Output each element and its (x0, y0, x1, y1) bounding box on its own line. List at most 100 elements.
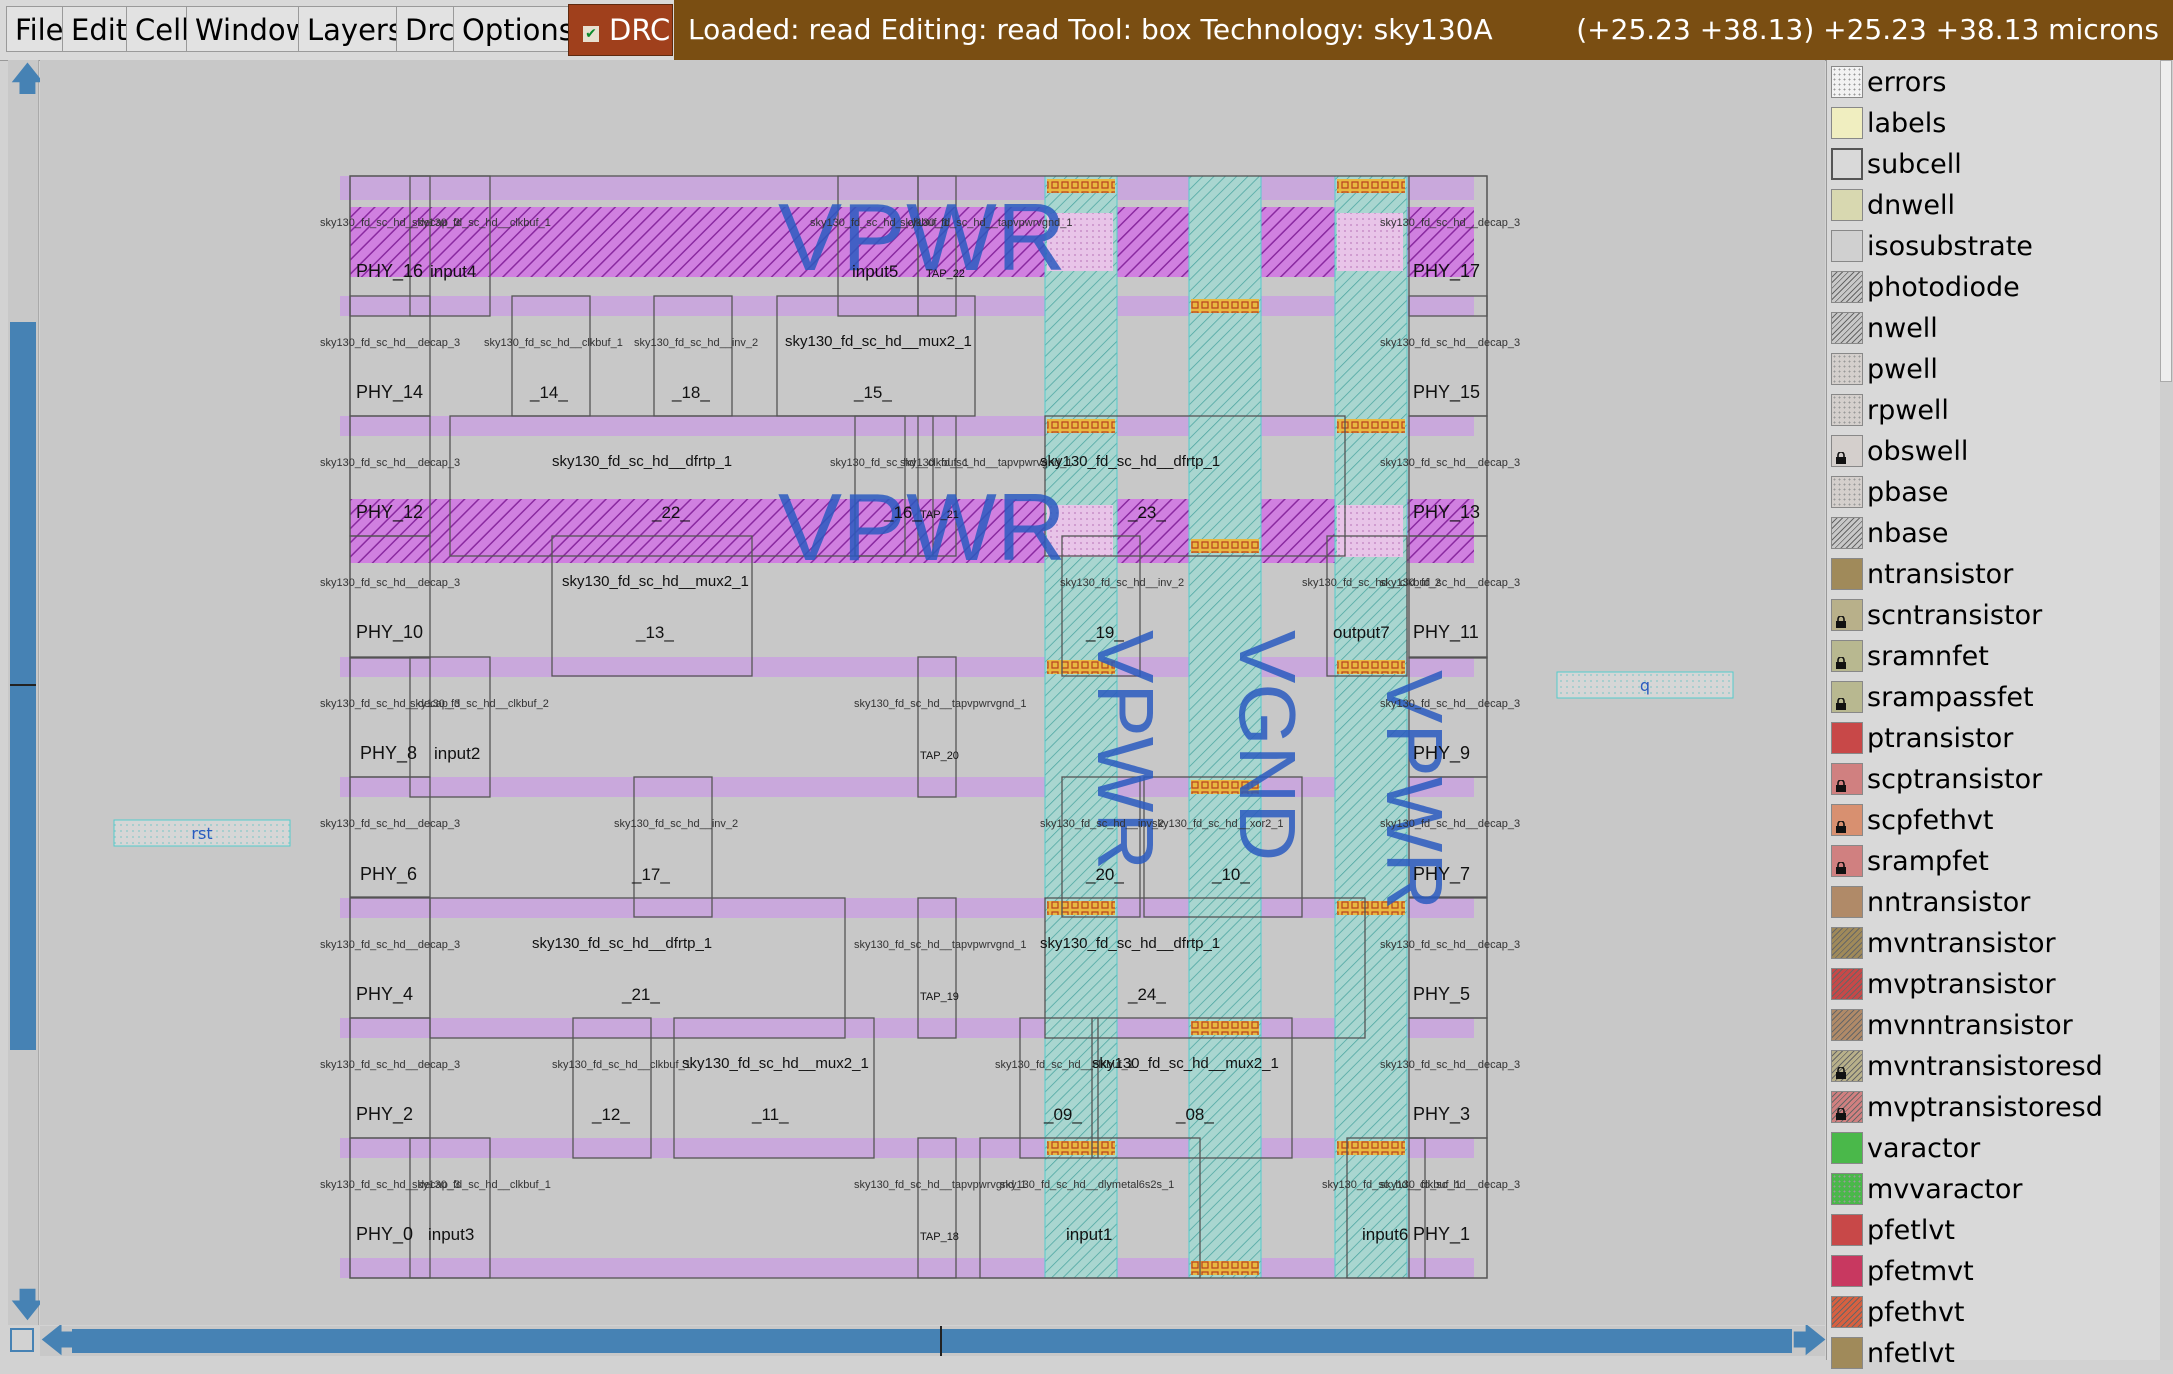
cell-type-label: sky130_fd_sc_hd__decap_3 (1380, 939, 1520, 951)
layer-name: subcell (1867, 149, 1962, 180)
layer-row[interactable]: subcell (1827, 144, 2147, 185)
layer-row[interactable]: srampassfet (1827, 677, 2147, 718)
layer-swatch[interactable] (1831, 271, 1863, 303)
instance-label: PHY_16 (356, 261, 423, 282)
horizontal-scrollbar[interactable]: 🡄 🡆 (40, 1324, 1827, 1358)
lock-icon (1835, 654, 1847, 669)
instance-label: _20_ (1085, 865, 1124, 884)
layers-scroll-thumb[interactable] (2160, 60, 2172, 382)
layer-swatch[interactable] (1831, 927, 1863, 959)
instance-label: input1 (1066, 1225, 1112, 1244)
cell-type-label: sky130_fd_sc_hd__decap_3 (1380, 1059, 1520, 1071)
layer-swatch[interactable] (1831, 1009, 1863, 1041)
cell-type-label: sky130_fd_sc_hd__mux2_1 (562, 573, 749, 590)
layer-row[interactable]: mvptransistoresd (1827, 1087, 2147, 1128)
layer-swatch[interactable] (1831, 1132, 1863, 1164)
layer-row[interactable]: nwell (1827, 308, 2147, 349)
horizontal-scroll-thumb[interactable] (72, 1329, 1792, 1353)
cell-type-label: sky130_fd_sc_hd__decap_3 (320, 337, 460, 349)
layer-row[interactable]: pbase (1827, 472, 2147, 513)
layer-row[interactable]: ptransistor (1827, 718, 2147, 759)
layer-swatch[interactable] (1831, 148, 1863, 180)
menu-options[interactable]: Options (453, 6, 583, 52)
layer-row[interactable]: mvptransistor (1827, 964, 2147, 1005)
cell-type-label: sky130_fd_sc_hd__inv_2 (634, 337, 758, 349)
cell-type-label: sky130_fd_sc_hd__decap_3 (320, 939, 460, 951)
cell-type-label: sky130_fd_sc_hd__dfrtp_1 (532, 935, 712, 952)
layer-row[interactable]: scpfethvt (1827, 800, 2147, 841)
drc-toggle-button[interactable]: ✔ DRC (568, 4, 673, 56)
layer-row[interactable]: dnwell (1827, 185, 2147, 226)
layer-swatch[interactable] (1831, 517, 1863, 549)
layer-swatch[interactable] (1831, 1173, 1863, 1205)
vertical-scrollbar[interactable]: 🡅 🡇 (8, 60, 45, 1325)
layer-name: mvntransistoresd (1867, 1051, 2103, 1082)
cell-type-label: sky130_fd_sc_hd__inv_2 (614, 818, 738, 830)
layer-name: errors (1867, 67, 1947, 98)
layer-row[interactable]: sramnfet (1827, 636, 2147, 677)
layer-row[interactable]: errors (1827, 62, 2147, 103)
layer-row[interactable]: mvvaractor (1827, 1169, 2147, 1210)
cell-type-label: sky130_fd_sc_hd__xor2_1 (1152, 818, 1283, 830)
zoom-box-icon[interactable] (10, 1328, 34, 1352)
arrow-right-icon[interactable]: 🡆 (1792, 1324, 1827, 1358)
layer-row[interactable]: pfetlvt (1827, 1210, 2147, 1251)
layer-row[interactable]: photodiode (1827, 267, 2147, 308)
layer-swatch[interactable] (1831, 107, 1863, 139)
layer-swatch[interactable] (1831, 1214, 1863, 1246)
layer-row[interactable]: mvntransistoresd (1827, 1046, 2147, 1087)
layer-row[interactable]: mvntransistor (1827, 923, 2147, 964)
layout-canvas[interactable]: VPWR VPWR VPWR VGND VPWR rst q sky130_fd… (40, 60, 1825, 1325)
instance-label: _17_ (631, 865, 670, 884)
layer-swatch[interactable] (1831, 353, 1863, 385)
layer-row[interactable]: rpwell (1827, 390, 2147, 431)
instance-label: PHY_7 (1413, 864, 1470, 885)
layer-swatch[interactable] (1831, 394, 1863, 426)
instance-label: PHY_14 (356, 382, 423, 403)
layer-swatch[interactable] (1831, 1255, 1863, 1287)
cell-type-label: sky130_fd_sc_hd__clkbuf_2 (410, 698, 549, 710)
layer-swatch[interactable] (1831, 1337, 1863, 1369)
instance-label: _24_ (1127, 985, 1166, 1004)
instance-label: PHY_13 (1413, 502, 1480, 523)
menu-layers[interactable]: Layers (298, 6, 412, 52)
layer-swatch[interactable] (1831, 312, 1863, 344)
layer-row[interactable]: nntransistor (1827, 882, 2147, 923)
arrow-left-icon[interactable]: 🡄 (40, 1324, 75, 1358)
layer-row[interactable]: labels (1827, 103, 2147, 144)
layer-row[interactable]: scptransistor (1827, 759, 2147, 800)
layer-swatch[interactable] (1831, 722, 1863, 754)
layer-swatch[interactable] (1831, 968, 1863, 1000)
layer-row[interactable]: varactor (1827, 1128, 2147, 1169)
status-bar: Loaded: read Editing: read Tool: box Tec… (674, 0, 2173, 60)
cell-type-label: sky130_fd_sc_hd__decap_3 (1380, 217, 1520, 229)
layer-row[interactable]: srampfet (1827, 841, 2147, 882)
layer-name: nwell (1867, 313, 1938, 344)
vertical-scroll-thumb[interactable] (10, 322, 36, 1050)
layer-row[interactable]: obswell (1827, 431, 2147, 472)
layer-row[interactable]: ntransistor (1827, 554, 2147, 595)
layer-name: scptransistor (1867, 764, 2043, 795)
layout-drawing[interactable]: VPWR VPWR VPWR VGND VPWR rst q sky130_fd… (40, 60, 1825, 1325)
layer-swatch[interactable] (1831, 1296, 1863, 1328)
layer-swatch[interactable] (1831, 230, 1863, 262)
layer-row[interactable]: pwell (1827, 349, 2147, 390)
layer-swatch[interactable] (1831, 66, 1863, 98)
layer-name: pfetlvt (1867, 1215, 1955, 1246)
instance-label: input5 (852, 262, 898, 281)
layer-row[interactable]: pfethvt (1827, 1292, 2147, 1333)
layer-swatch[interactable] (1831, 476, 1863, 508)
layer-swatch[interactable] (1831, 189, 1863, 221)
vpwr-label-vertical-left: VPWR (1081, 630, 1170, 870)
layer-row[interactable]: pfetmvt (1827, 1251, 2147, 1292)
layer-row[interactable]: isosubstrate (1827, 226, 2147, 267)
layer-row[interactable]: mvnntransistor (1827, 1005, 2147, 1046)
layers-scrollbar[interactable] (2160, 60, 2173, 1360)
layer-swatch[interactable] (1831, 558, 1863, 590)
layer-name: dnwell (1867, 190, 1955, 221)
instance-label: _09_ (1043, 1105, 1082, 1124)
layer-row[interactable]: scntransistor (1827, 595, 2147, 636)
layer-swatch[interactable] (1831, 886, 1863, 918)
layer-row[interactable]: nbase (1827, 513, 2147, 554)
instance-label: PHY_2 (356, 1104, 413, 1125)
